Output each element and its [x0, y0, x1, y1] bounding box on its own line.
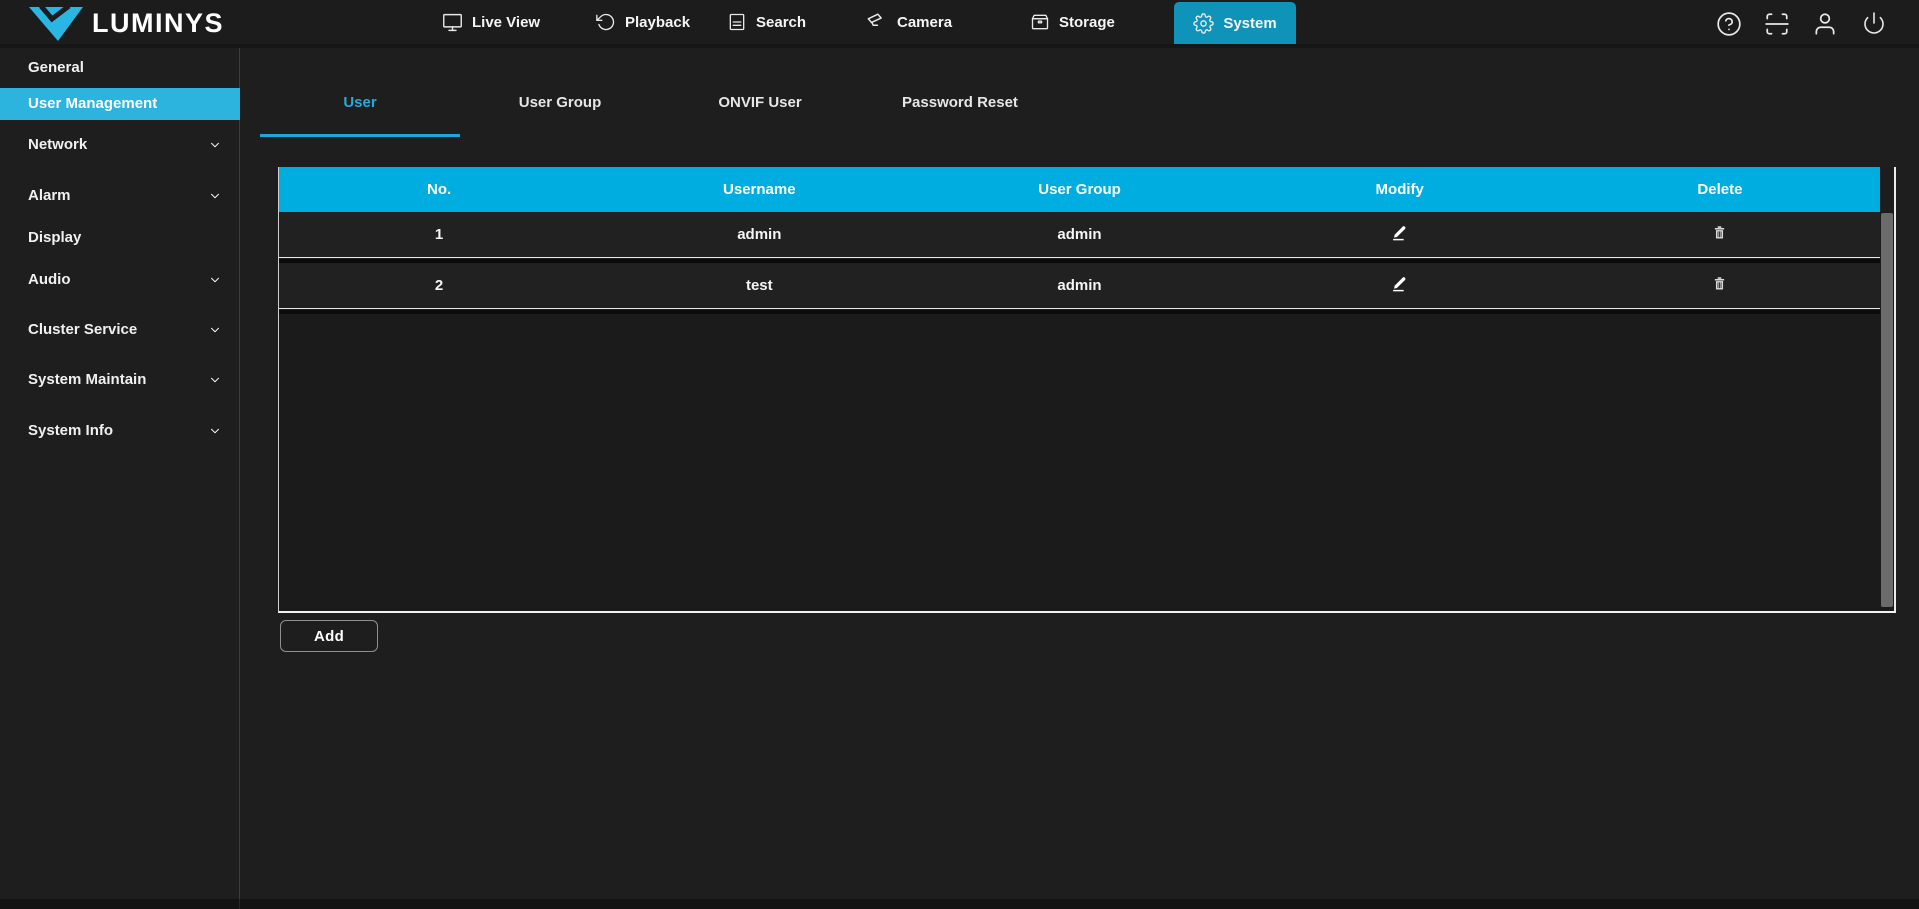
cell-no: 1 [279, 226, 599, 243]
nav-camera[interactable]: Camera [866, 0, 952, 44]
top-nav-bar: LUMINYS Live View Playback Search Camera [0, 0, 1919, 48]
nav-playback[interactable]: Playback [596, 0, 690, 44]
sidebar-item-label: General [28, 59, 84, 76]
add-user-button[interactable]: Add [280, 620, 378, 652]
sidebar-item-system-info[interactable]: System Info [0, 415, 240, 447]
search-document-icon [727, 12, 747, 32]
chevron-down-icon [208, 373, 222, 387]
delete-trash-icon[interactable] [1709, 275, 1731, 297]
sidebar-item-display[interactable]: Display [0, 222, 240, 254]
column-header-user-group: User Group [919, 181, 1239, 198]
gear-icon [1193, 13, 1214, 34]
chevron-down-icon [208, 323, 222, 337]
sidebar-item-system-maintain[interactable]: System Maintain [0, 364, 240, 396]
cell-user-group: admin [919, 277, 1239, 294]
sidebar-item-alarm[interactable]: Alarm [0, 180, 240, 212]
table-row: 1 admin admin [279, 212, 1880, 258]
sidebar-item-user-management[interactable]: User Management [0, 88, 240, 120]
sidebar-item-label: System Info [28, 422, 113, 439]
user-table: No. Username User Group Modify Delete 1 … [278, 167, 1896, 613]
column-header-username: Username [599, 181, 919, 198]
nav-system-active-tab[interactable]: System [1174, 2, 1296, 44]
table-vertical-scrollbar[interactable] [1881, 213, 1893, 607]
sidebar-item-label: Cluster Service [28, 321, 137, 338]
modify-pencil-icon[interactable] [1389, 222, 1411, 244]
tab-password-reset[interactable]: Password Reset [860, 86, 1060, 120]
nav-label: Search [756, 14, 806, 31]
playback-rotate-icon [596, 12, 616, 32]
user-icon[interactable] [1812, 11, 1838, 37]
nav-label: Storage [1059, 14, 1115, 31]
column-header-no: No. [279, 181, 599, 198]
sidebar-item-label: User Management [28, 95, 157, 112]
chevron-down-icon [208, 189, 222, 203]
scan-icon[interactable] [1764, 11, 1790, 37]
sidebar-item-cluster-service[interactable]: Cluster Service [0, 314, 240, 346]
tab-user-group[interactable]: User Group [460, 86, 660, 120]
luminys-app-window: LUMINYS Live View Playback Search Camera [0, 0, 1919, 909]
tab-onvif-user[interactable]: ONVIF User [660, 86, 860, 120]
table-header-scrollbar-corner [1880, 167, 1894, 212]
sidebar-item-label: System Maintain [28, 371, 146, 388]
nav-search[interactable]: Search [727, 0, 806, 44]
chevron-down-icon [208, 273, 222, 287]
cell-username: test [599, 277, 919, 294]
luminys-logo [28, 5, 84, 43]
sidebar-item-label: Display [28, 229, 81, 246]
sidebar-item-label: Alarm [28, 187, 71, 204]
modify-pencil-icon[interactable] [1389, 273, 1411, 295]
active-tab-underline [260, 134, 460, 137]
help-icon[interactable] [1716, 11, 1742, 37]
cell-no: 2 [279, 277, 599, 294]
cell-user-group: admin [919, 226, 1239, 243]
brand-name: LUMINYS [92, 0, 224, 48]
table-header-row: No. Username User Group Modify Delete [279, 167, 1880, 212]
bottom-edge-strip [0, 899, 1919, 909]
nav-label: Live View [472, 14, 540, 31]
storage-box-icon [1030, 12, 1050, 32]
table-row: 2 test admin [279, 263, 1880, 309]
sidebar-item-label: Audio [28, 271, 71, 288]
nav-live-view[interactable]: Live View [442, 0, 540, 44]
chevron-down-icon [208, 424, 222, 438]
nav-storage[interactable]: Storage [1030, 0, 1115, 44]
sidebar-item-network[interactable]: Network [0, 129, 240, 161]
row-separator [279, 310, 1880, 314]
delete-trash-icon[interactable] [1709, 224, 1731, 246]
sidebar-item-general[interactable]: General [0, 52, 240, 84]
luminys-logo-icon [28, 5, 84, 43]
cctv-camera-icon [866, 11, 888, 33]
chevron-down-icon [208, 138, 222, 152]
power-icon[interactable] [1862, 11, 1888, 37]
tab-user[interactable]: User [260, 86, 460, 120]
sidebar-item-label: Network [28, 136, 87, 153]
cell-username: admin [599, 226, 919, 243]
nav-label: Camera [897, 14, 952, 31]
monitor-icon [442, 12, 463, 33]
nav-label: Playback [625, 14, 690, 31]
settings-sidebar: General User Management Network Alarm Di… [0, 48, 240, 909]
column-header-modify: Modify [1240, 181, 1560, 198]
nav-label: System [1223, 15, 1276, 32]
sidebar-item-audio[interactable]: Audio [0, 264, 240, 296]
column-header-delete: Delete [1560, 181, 1880, 198]
